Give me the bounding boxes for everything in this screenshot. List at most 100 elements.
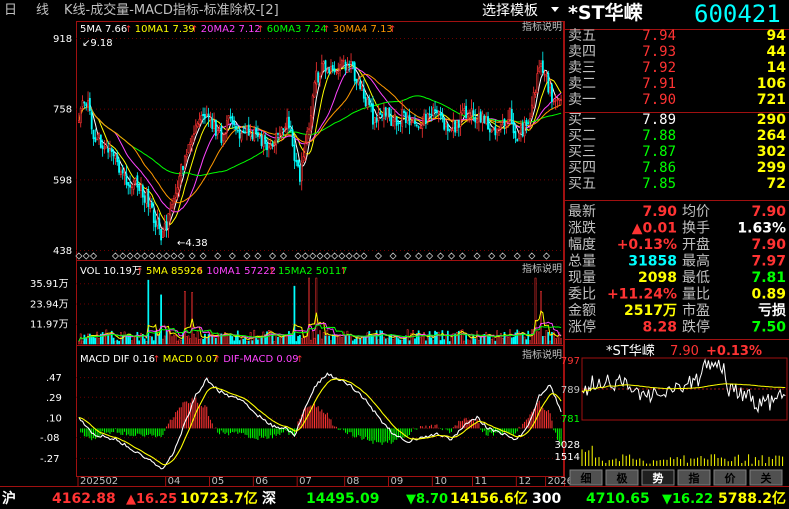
side-tab-label[interactable]: 势 [653,471,664,485]
event-marker[interactable] [279,252,288,260]
volume-indicator-note[interactable]: 指标说明 [522,262,562,275]
event-marker[interactable] [119,252,127,260]
bid-price[interactable]: 7.88 [642,128,676,144]
volume-bar [446,330,449,345]
candle-body [266,142,268,151]
candle [120,167,122,178]
event-marker[interactable] [126,252,134,260]
candle-body [236,130,239,132]
event-marker[interactable] [436,252,445,260]
legend-arrow-icon: ↑ [191,25,199,35]
event-marker[interactable] [155,252,163,260]
side-tab-label[interactable]: 极 [617,471,629,485]
candle [167,213,170,238]
candle-body [141,185,144,198]
candle-body [421,124,424,129]
event-marker[interactable] [426,252,434,260]
event-marker[interactable] [352,252,361,260]
event-marker[interactable] [177,252,185,260]
ask-price[interactable]: 7.91 [642,76,676,92]
candle-body [242,130,245,132]
event-marker[interactable] [374,252,383,260]
ask-price[interactable]: 7.92 [642,60,676,76]
bid-price[interactable]: 7.87 [642,144,676,160]
candle [487,111,489,130]
event-marker[interactable] [301,252,309,260]
event-marker[interactable] [316,252,324,260]
event-marker[interactable] [243,252,251,260]
event-marker[interactable] [254,252,262,260]
ask-price[interactable]: 7.93 [642,44,676,60]
period-line-label[interactable]: 线 [36,3,49,18]
volume-bar [436,331,438,345]
side-tab-label[interactable]: 细 [581,471,592,485]
candle-body [366,98,369,108]
event-marker[interactable] [188,252,196,260]
event-marker[interactable] [447,252,456,260]
ask-price[interactable]: 7.90 [642,92,676,108]
event-marker[interactable] [268,252,277,260]
event-marker[interactable] [214,252,222,260]
price-indicator-note[interactable]: 指标说明 [522,20,562,33]
candle-body [322,61,325,65]
bid-price[interactable]: 7.89 [642,112,676,128]
event-marker[interactable] [331,252,339,260]
event-marker[interactable] [542,252,551,260]
event-marker[interactable] [141,252,149,260]
volume-bar [463,340,466,345]
template-dropdown-icon[interactable] [551,7,559,12]
candle [118,157,121,176]
event-marker[interactable] [170,252,178,260]
volume-bar [547,332,550,345]
event-marker[interactable] [323,252,331,260]
event-marker[interactable] [89,252,98,260]
side-tab-label[interactable]: 价 [725,472,737,485]
period-day-label[interactable]: 日 [4,3,17,18]
event-marker[interactable] [309,252,317,260]
candlestick-series [78,51,562,246]
event-marker[interactable] [111,252,120,260]
volume-bar [275,334,278,345]
event-marker[interactable] [338,252,346,260]
bid-price[interactable]: 7.85 [642,176,676,192]
event-marker[interactable] [360,252,368,260]
legend-item: 10MA1 57222 [206,266,276,277]
event-marker[interactable] [528,252,536,260]
candle-body [552,100,555,103]
event-marker[interactable] [148,252,156,260]
quote-panel: 最新 7.90 均价 7.90 涨跌 ▲0.01 换手 1.63% 幅度 +0.13% 开盘 7.90… [568,204,786,336]
event-marker[interactable] [513,252,521,260]
event-marker[interactable] [458,252,467,260]
event-marker[interactable] [163,252,171,260]
candle-body [182,165,184,171]
event-marker[interactable] [473,252,481,260]
candle-body [481,113,484,124]
template-button[interactable]: 选择模板 [482,3,538,19]
bid-price[interactable]: 7.86 [642,160,676,176]
candle [477,106,480,132]
event-marker[interactable] [133,252,141,260]
side-tab-label[interactable]: 关 [761,471,772,485]
macd-indicator-note[interactable]: 指标说明 [522,348,562,361]
ask-price[interactable]: 7.94 [642,28,676,44]
event-marker[interactable] [294,252,302,260]
event-marker[interactable] [82,252,90,260]
event-marker[interactable] [488,252,496,260]
legend-arrow-icon: ↑ [213,355,221,365]
side-tab-label[interactable]: 指 [689,471,700,485]
event-marker[interactable] [199,252,207,260]
candle-body [461,110,464,114]
candle [432,103,435,118]
candle-body [397,122,400,125]
event-marker[interactable] [389,252,397,260]
event-marker[interactable] [228,252,236,260]
ma-line-1 [78,65,562,226]
candle-body [474,116,477,123]
volume-bar [439,340,442,345]
candle-body [112,151,115,157]
event-marker[interactable] [345,252,353,260]
event-marker[interactable] [499,252,507,260]
volume-bar [337,335,340,345]
event-marker[interactable] [404,252,412,260]
event-marker[interactable] [415,252,423,260]
